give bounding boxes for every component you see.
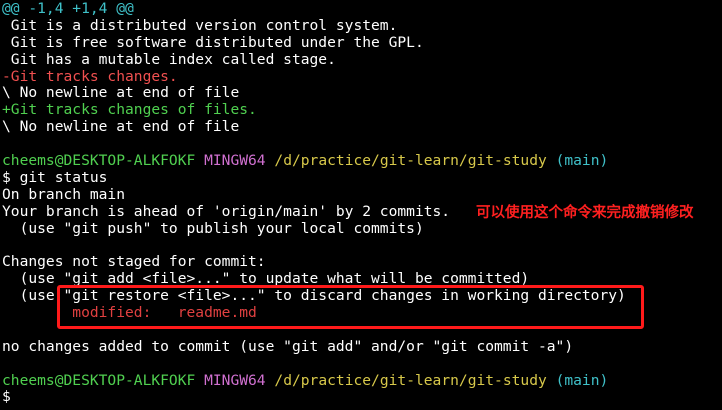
- status-changes-header: Changes not staged for commit:: [2, 254, 266, 271]
- diff-context-line: Git is free software distributed under t…: [2, 34, 424, 51]
- prompt-dollar: $: [2, 389, 11, 406]
- prompt-env: MINGW64: [204, 153, 266, 170]
- diff-added-line: +Git tracks changes of files.: [2, 102, 257, 119]
- diff-no-newline-note: \ No newline at end of file: [2, 119, 240, 136]
- status-no-changes: no changes added to commit (use "git add…: [2, 338, 574, 355]
- prompt-branch: (main): [555, 372, 609, 389]
- prompt-user-host: cheems@DESKTOP-ALKFOKF: [2, 372, 196, 389]
- shell-prompt: cheems@DESKTOP-ALKFOKF MINGW64 /d/practi…: [0, 373, 722, 390]
- diff-removed-line: -Git tracks changes.: [2, 68, 178, 85]
- diff-context-line: Git is a distributed version control sys…: [2, 17, 398, 34]
- diff-no-newline-note: \ No newline at end of file: [2, 85, 240, 102]
- annotation-note: 可以使用这个命令来完成撤销修改: [476, 205, 694, 221]
- prompt-user-host: cheems@DESKTOP-ALKFOKF: [2, 153, 196, 170]
- shell-prompt: cheems@DESKTOP-ALKFOKF MINGW64 /d/practi…: [0, 153, 722, 170]
- prompt-branch: (main): [555, 153, 609, 170]
- diff-hunk-header: @@ -1,4 +1,4 @@: [2, 1, 134, 17]
- highlight-box: [57, 285, 644, 329]
- diff-context-line: Git has a mutable index called stage.: [2, 51, 336, 68]
- command-line: $ git status: [2, 169, 108, 186]
- prompt-path: /d/practice/git-learn/git-study: [274, 372, 547, 389]
- terminal-window[interactable]: @@ -1,4 +1,4 @@ Git is a distributed ver…: [0, 0, 722, 410]
- input-prompt[interactable]: $: [0, 389, 722, 406]
- prompt-env: MINGW64: [204, 372, 266, 389]
- prompt-path: /d/practice/git-learn/git-study: [274, 153, 547, 170]
